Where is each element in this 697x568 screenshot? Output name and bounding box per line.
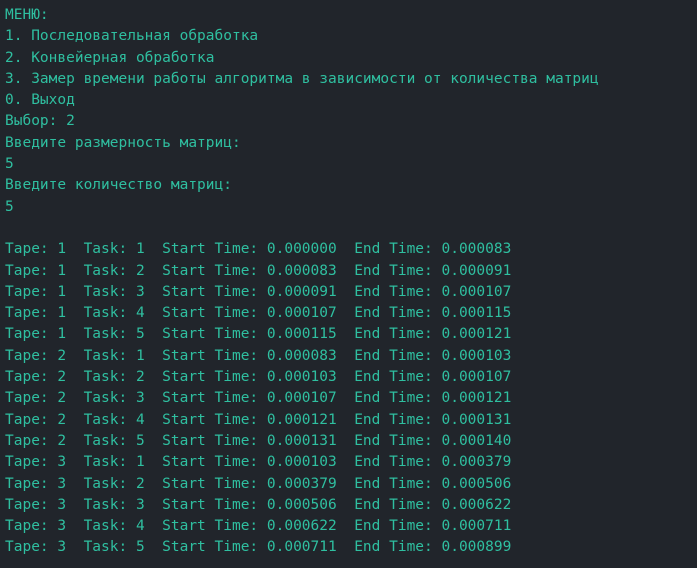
choice-line: Выбор: 2 <box>5 113 75 130</box>
menu-option-1: 1. Последовательная обработка <box>5 28 259 45</box>
output-line: Tape: 3 Task: 3 Start Time: 0.000506 End… <box>5 496 512 513</box>
output-line: Tape: 1 Task: 3 Start Time: 0.000091 End… <box>5 283 512 300</box>
output-line: Tape: 1 Task: 4 Start Time: 0.000107 End… <box>5 305 512 322</box>
output-line: Tape: 1 Task: 1 Start Time: 0.000000 End… <box>5 241 512 258</box>
output-line: Tape: 1 Task: 2 Start Time: 0.000083 End… <box>5 262 512 279</box>
menu-title: МЕНЮ: <box>5 7 49 23</box>
prompt-count: Введите количество матриц: <box>5 177 232 194</box>
output-line: Tape: 3 Task: 2 Start Time: 0.000379 End… <box>5 475 512 492</box>
output-line: Tape: 3 Task: 5 Start Time: 0.000711 End… <box>5 539 512 556</box>
input-count: 5 <box>5 198 14 215</box>
output-line: Tape: 2 Task: 5 Start Time: 0.000131 End… <box>5 432 512 449</box>
output-line: Tape: 3 Task: 1 Start Time: 0.000103 End… <box>5 454 512 471</box>
terminal-window[interactable]: МЕНЮ: 1. Последовательная обработка 2. К… <box>0 0 697 568</box>
prompt-dimension: Введите размерность матриц: <box>5 134 241 151</box>
output-line: Tape: 2 Task: 2 Start Time: 0.000103 End… <box>5 369 512 386</box>
input-dimension: 5 <box>5 156 14 173</box>
menu-option-3: 3. Замер времени работы алгоритма в зави… <box>5 70 599 87</box>
output-line: Tape: 1 Task: 5 Start Time: 0.000115 End… <box>5 326 512 343</box>
output-line: Tape: 2 Task: 1 Start Time: 0.000083 End… <box>5 347 512 364</box>
output-line: Tape: 2 Task: 4 Start Time: 0.000121 End… <box>5 411 512 428</box>
menu-option-2: 2. Конвейерная обработка <box>5 49 215 66</box>
output-line: Tape: 3 Task: 4 Start Time: 0.000622 End… <box>5 518 512 535</box>
menu-option-0: 0. Выход <box>5 92 75 109</box>
output-line: Tape: 2 Task: 3 Start Time: 0.000107 End… <box>5 390 512 407</box>
